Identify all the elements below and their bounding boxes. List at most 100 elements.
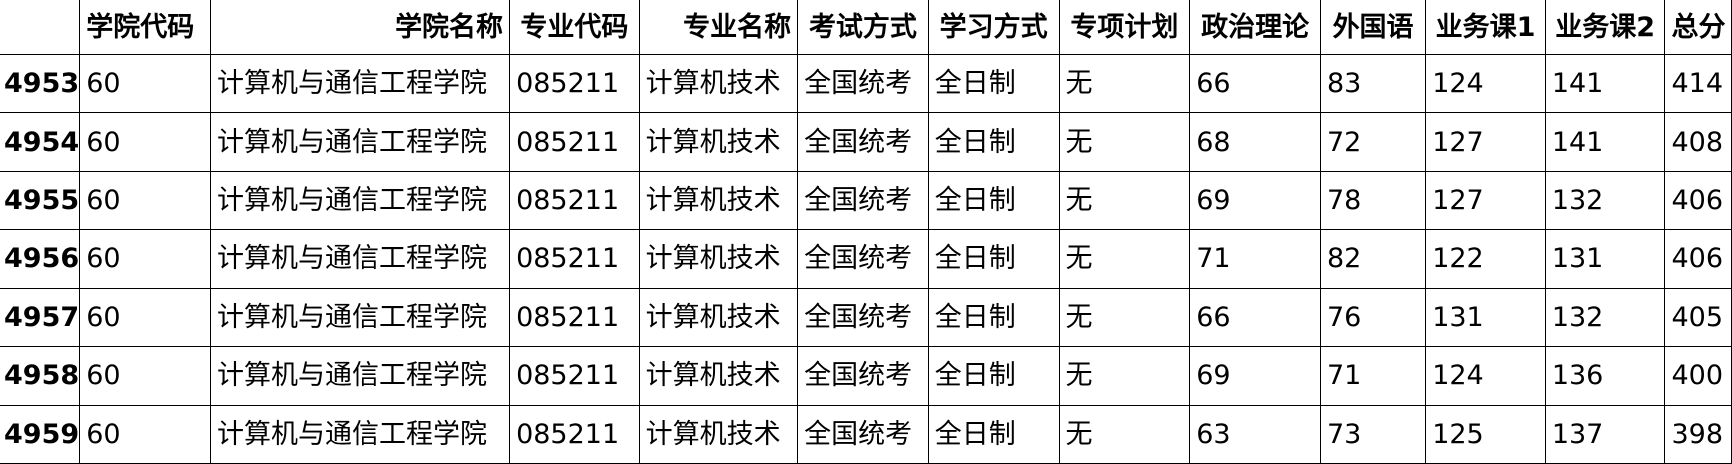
course-1-score-cell: 124 [1425, 346, 1546, 406]
major-name-cell: 计算机技术 [638, 404, 799, 464]
table-row: 4954 60 计算机与通信工程学院 085211 计算机技术 全国统考 全日制无 68 72 1… [0, 112, 1732, 172]
row-index: 4957 [0, 287, 81, 348]
table-row: 4953 60 计算机与通信工程学院 085211 计算机技术 全国统考 全日制无 66 83 1… [0, 53, 1732, 114]
header-course-2: 业务课2 [1544, 0, 1666, 55]
special-plan-cell: 无 [1058, 170, 1191, 231]
total-score-cell: 406 [1664, 170, 1732, 231]
politics-score-cell: 71 [1189, 229, 1321, 289]
header-college-name: 学院名称 [209, 0, 511, 55]
course-2-score-cell: 137 [1544, 404, 1666, 464]
major-name-cell: 计算机技术 [638, 229, 799, 289]
study-mode-cell: 全日制 [927, 53, 1060, 114]
politics-score-cell: 66 [1189, 53, 1321, 114]
table-row: 4959 60 计算机与通信工程学院 085211 计算机技术 全国统考 全日制无 63 73 1… [0, 404, 1732, 464]
major-code-cell: 085211 [509, 170, 640, 231]
politics-score-cell: 68 [1189, 112, 1321, 172]
college-name-cell: 计算机与通信工程学院 [209, 287, 511, 348]
header-major-name: 专业名称 [638, 0, 799, 55]
exam-type-cell: 全国统考 [797, 346, 929, 406]
row-index: 4959 [0, 404, 81, 464]
foreign-language-score-cell: 83 [1319, 53, 1427, 114]
politics-score-cell: 69 [1189, 170, 1321, 231]
table-row: 4958 60 计算机与通信工程学院 085211 计算机技术 全国统考 全日制无 69 71 1… [0, 346, 1732, 406]
exam-type-cell: 全国统考 [797, 170, 929, 231]
header-course-1: 业务课1 [1425, 0, 1546, 55]
foreign-language-score-cell: 82 [1319, 229, 1427, 289]
foreign-language-score-cell: 76 [1319, 287, 1427, 348]
college-name-cell: 计算机与通信工程学院 [209, 53, 511, 114]
foreign-language-score-cell: 72 [1319, 112, 1427, 172]
row-index: 4958 [0, 346, 81, 406]
course-1-score-cell: 131 [1425, 287, 1546, 348]
table-row: 4957 60 计算机与通信工程学院 085211 计算机技术 全国统考 全日制无 66 76 1… [0, 287, 1732, 348]
course-1-score-cell: 124 [1425, 53, 1546, 114]
study-mode-cell: 全日制 [927, 346, 1060, 406]
total-score-cell: 405 [1664, 287, 1732, 348]
course-2-score-cell: 136 [1544, 346, 1666, 406]
major-code-cell: 085211 [509, 346, 640, 406]
major-name-cell: 计算机技术 [638, 112, 799, 172]
major-code-cell: 085211 [509, 229, 640, 289]
foreign-language-score-cell: 73 [1319, 404, 1427, 464]
college-name-cell: 计算机与通信工程学院 [209, 346, 511, 406]
college-code-cell: 60 [79, 346, 211, 406]
course-2-score-cell: 132 [1544, 287, 1666, 348]
college-name-cell: 计算机与通信工程学院 [209, 112, 511, 172]
table-row: 4955 60 计算机与通信工程学院 085211 计算机技术 全国统考 全日制无 69 78 1… [0, 170, 1732, 231]
course-1-score-cell: 127 [1425, 112, 1546, 172]
study-mode-cell: 全日制 [927, 112, 1060, 172]
table-body: 4953 60 计算机与通信工程学院 085211 计算机技术 全国统考 全日制无 66 83 1… [0, 53, 1732, 464]
major-name-cell: 计算机技术 [638, 53, 799, 114]
major-code-cell: 085211 [509, 287, 640, 348]
study-mode-cell: 全日制 [927, 170, 1060, 231]
special-plan-cell: 无 [1058, 346, 1191, 406]
course-1-score-cell: 127 [1425, 170, 1546, 231]
header-exam-type: 考试方式 [797, 0, 929, 55]
header-study-mode: 学习方式 [927, 0, 1060, 55]
special-plan-cell: 无 [1058, 404, 1191, 464]
special-plan-cell: 无 [1058, 112, 1191, 172]
college-code-cell: 60 [79, 53, 211, 114]
table-row: 4956 60 计算机与通信工程学院 085211 计算机技术 全国统考 全日制无 71 82 1… [0, 229, 1732, 289]
row-index: 4954 [0, 112, 81, 172]
politics-score-cell: 69 [1189, 346, 1321, 406]
major-name-cell: 计算机技术 [638, 170, 799, 231]
course-1-score-cell: 125 [1425, 404, 1546, 464]
study-mode-cell: 全日制 [927, 404, 1060, 464]
foreign-language-score-cell: 78 [1319, 170, 1427, 231]
politics-score-cell: 63 [1189, 404, 1321, 464]
total-score-cell: 406 [1664, 229, 1732, 289]
politics-score-cell: 66 [1189, 287, 1321, 348]
header-major-code: 专业代码 [509, 0, 640, 55]
major-code-cell: 085211 [509, 112, 640, 172]
special-plan-cell: 无 [1058, 53, 1191, 114]
exam-type-cell: 全国统考 [797, 53, 929, 114]
college-code-cell: 60 [79, 112, 211, 172]
header-special-plan: 专项计划 [1058, 0, 1191, 55]
study-mode-cell: 全日制 [927, 287, 1060, 348]
college-code-cell: 60 [79, 404, 211, 464]
course-2-score-cell: 131 [1544, 229, 1666, 289]
foreign-language-score-cell: 71 [1319, 346, 1427, 406]
exam-type-cell: 全国统考 [797, 229, 929, 289]
college-code-cell: 60 [79, 170, 211, 231]
course-2-score-cell: 141 [1544, 112, 1666, 172]
total-score-cell: 408 [1664, 112, 1732, 172]
header-total: 总分 [1664, 0, 1732, 55]
college-name-cell: 计算机与通信工程学院 [209, 229, 511, 289]
college-code-cell: 60 [79, 287, 211, 348]
course-2-score-cell: 132 [1544, 170, 1666, 231]
major-code-cell: 085211 [509, 404, 640, 464]
major-name-cell: 计算机技术 [638, 346, 799, 406]
major-name-cell: 计算机技术 [638, 287, 799, 348]
total-score-cell: 414 [1664, 53, 1732, 114]
exam-type-cell: 全国统考 [797, 112, 929, 172]
major-code-cell: 085211 [509, 53, 640, 114]
exam-type-cell: 全国统考 [797, 404, 929, 464]
special-plan-cell: 无 [1058, 229, 1191, 289]
course-1-score-cell: 122 [1425, 229, 1546, 289]
college-name-cell: 计算机与通信工程学院 [209, 404, 511, 464]
header-college-code: 学院代码 [79, 0, 211, 55]
study-mode-cell: 全日制 [927, 229, 1060, 289]
college-code-cell: 60 [79, 229, 211, 289]
